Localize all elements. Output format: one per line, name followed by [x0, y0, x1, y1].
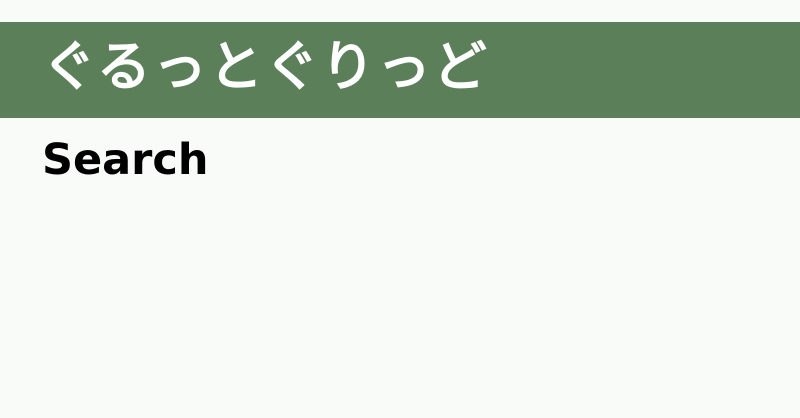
site-title[interactable]: ぐるっとぐりっど [42, 32, 489, 102]
page-heading: Search [42, 135, 209, 185]
header-banner: ぐるっとぐりっど [0, 22, 800, 118]
